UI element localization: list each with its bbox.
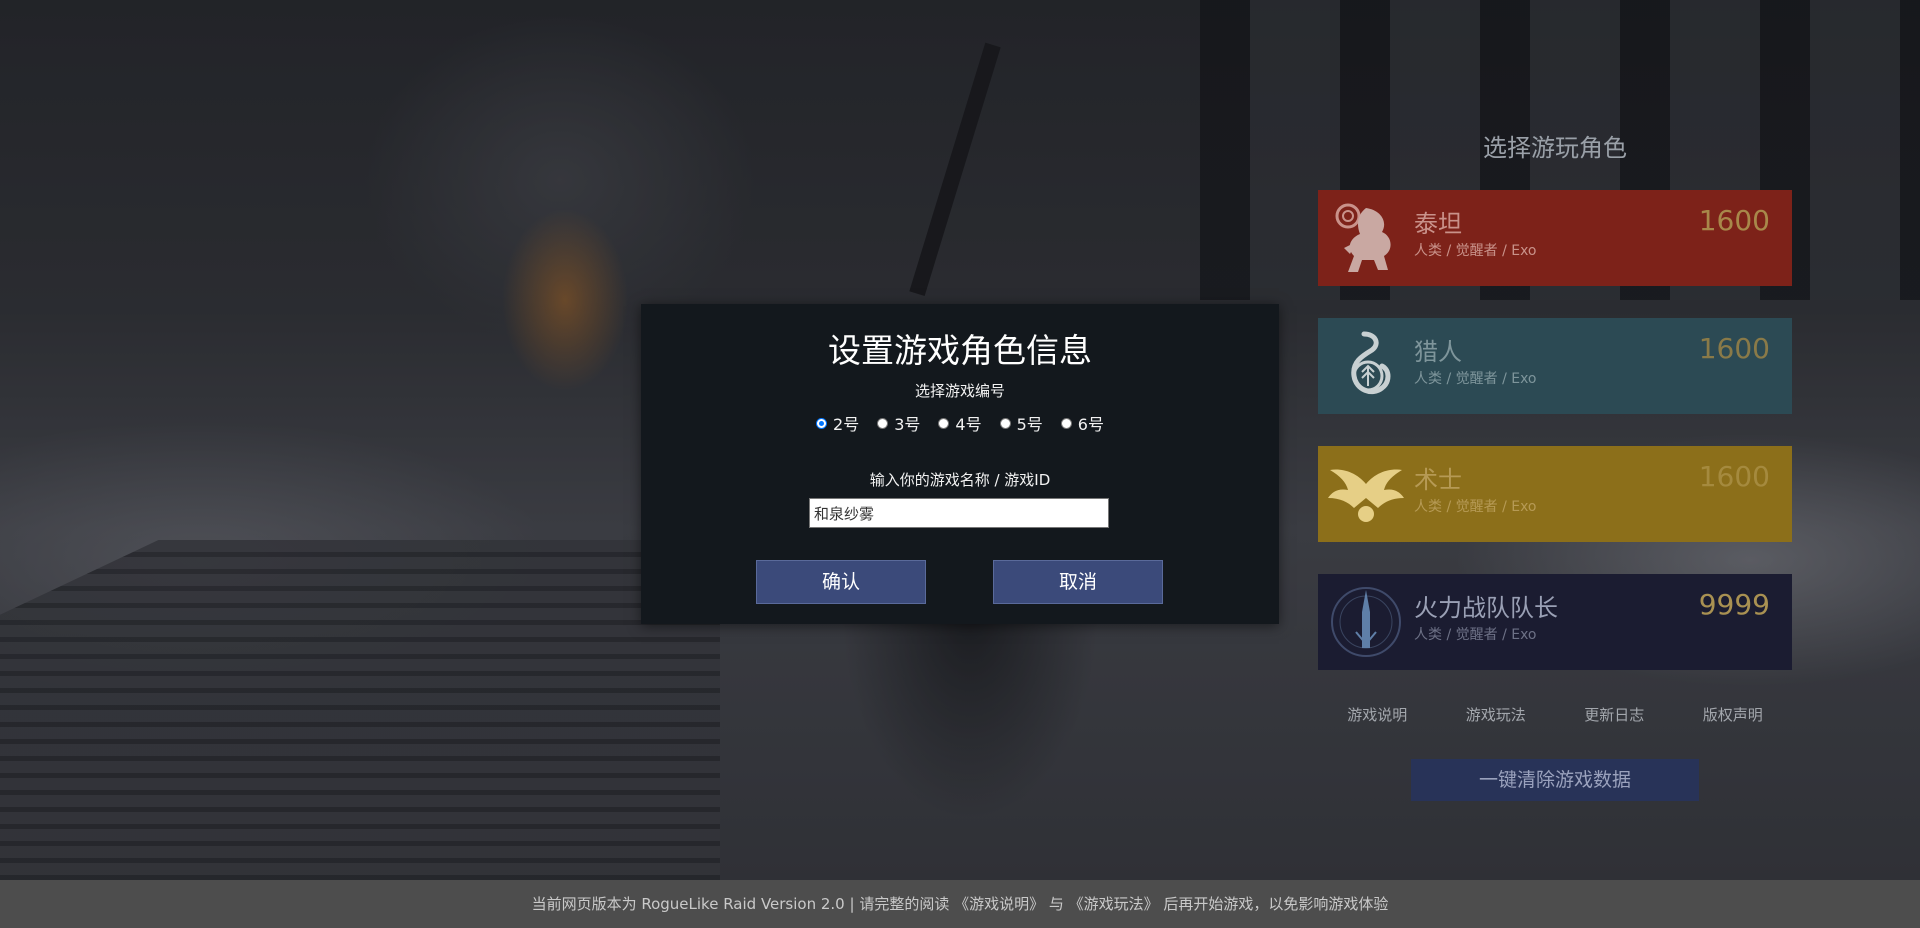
radio-button[interactable]: [877, 417, 889, 429]
slot-option-label: 6号: [1077, 415, 1104, 434]
character-races: 人类 / 觉醒者 / Exo: [1414, 371, 1537, 387]
slot-option-6[interactable]: 6号: [1060, 411, 1104, 435]
info-links: 游戏说明 游戏玩法 更新日志 版权声明: [1318, 704, 1792, 725]
character-races: 人类 / 觉醒者 / Exo: [1414, 499, 1537, 515]
slot-radio-group: 2号 3号 4号 5号 6号: [641, 411, 1279, 435]
dialog-title: 设置游戏角色信息: [828, 331, 1092, 370]
radio-button[interactable]: [938, 417, 950, 429]
slot-option-2[interactable]: 2号: [816, 411, 859, 435]
warlock-emblem-icon: [1328, 469, 1404, 522]
slot-option-label: 4号: [955, 415, 982, 434]
radio-button[interactable]: [816, 417, 828, 429]
character-name: 术士: [1414, 466, 1462, 494]
character-name: 火力战队队长: [1414, 594, 1558, 622]
clear-game-data-button[interactable]: 一键清除游戏数据: [1411, 759, 1699, 801]
slot-option-label: 2号: [833, 415, 860, 434]
footer-notice: 当前网页版本为 RogueLike Raid Version 2.0 | 请完整…: [0, 880, 1920, 928]
character-power: 1600: [1698, 332, 1770, 365]
fireteam-captain-emblem-icon: [1331, 587, 1401, 657]
character-card-titan[interactable]: 泰坦 人类 / 觉醒者 / Exo 1600: [1318, 190, 1792, 286]
character-power: 1600: [1698, 460, 1770, 493]
slot-option-label: 3号: [894, 415, 921, 434]
slot-select-label: 选择游戏编号: [914, 382, 1005, 400]
slot-option-5[interactable]: 5号: [999, 411, 1043, 435]
character-name: 猎人: [1414, 338, 1462, 366]
radio-button[interactable]: [999, 417, 1011, 429]
character-name: 泰坦: [1414, 210, 1462, 238]
character-power: 1600: [1698, 204, 1770, 237]
background-stairs: [0, 540, 720, 880]
hunter-emblem-icon: [1351, 331, 1391, 394]
cancel-button[interactable]: 取消: [993, 560, 1163, 604]
character-power: 9999: [1698, 588, 1770, 621]
link-changelog[interactable]: 更新日志: [1584, 704, 1644, 725]
radio-button[interactable]: [1060, 417, 1072, 429]
game-name-label: 输入你的游戏名称 / 游戏ID: [869, 471, 1051, 489]
character-races: 人类 / 觉醒者 / Exo: [1414, 243, 1537, 259]
confirm-button[interactable]: 确认: [756, 560, 926, 604]
slot-option-4[interactable]: 4号: [938, 411, 982, 435]
character-card-hunter[interactable]: 猎人 人类 / 觉醒者 / Exo 1600: [1318, 318, 1792, 414]
slot-option-label: 5号: [1016, 415, 1043, 434]
select-character-title: 选择游玩角色: [1483, 134, 1627, 162]
character-card-fireteam-captain[interactable]: 火力战队队长 人类 / 觉醒者 / Exo 9999: [1318, 574, 1792, 670]
link-gameplay[interactable]: 游戏玩法: [1466, 704, 1526, 725]
slot-option-3[interactable]: 3号: [877, 411, 920, 435]
link-game-instructions[interactable]: 游戏说明: [1347, 704, 1407, 725]
game-name-input[interactable]: [809, 498, 1109, 528]
character-card-warlock[interactable]: 术士 人类 / 觉醒者 / Exo 1600: [1318, 446, 1792, 542]
character-setup-dialog: 设置游戏角色信息 选择游戏编号 2号 3号 4号 5号 6号 输入你的游戏名称 …: [641, 304, 1279, 624]
character-races: 人类 / 觉醒者 / Exo: [1414, 627, 1537, 643]
background-rifle: [909, 42, 1001, 296]
link-copyright[interactable]: 版权声明: [1703, 704, 1763, 725]
titan-emblem-icon: [1335, 203, 1391, 272]
